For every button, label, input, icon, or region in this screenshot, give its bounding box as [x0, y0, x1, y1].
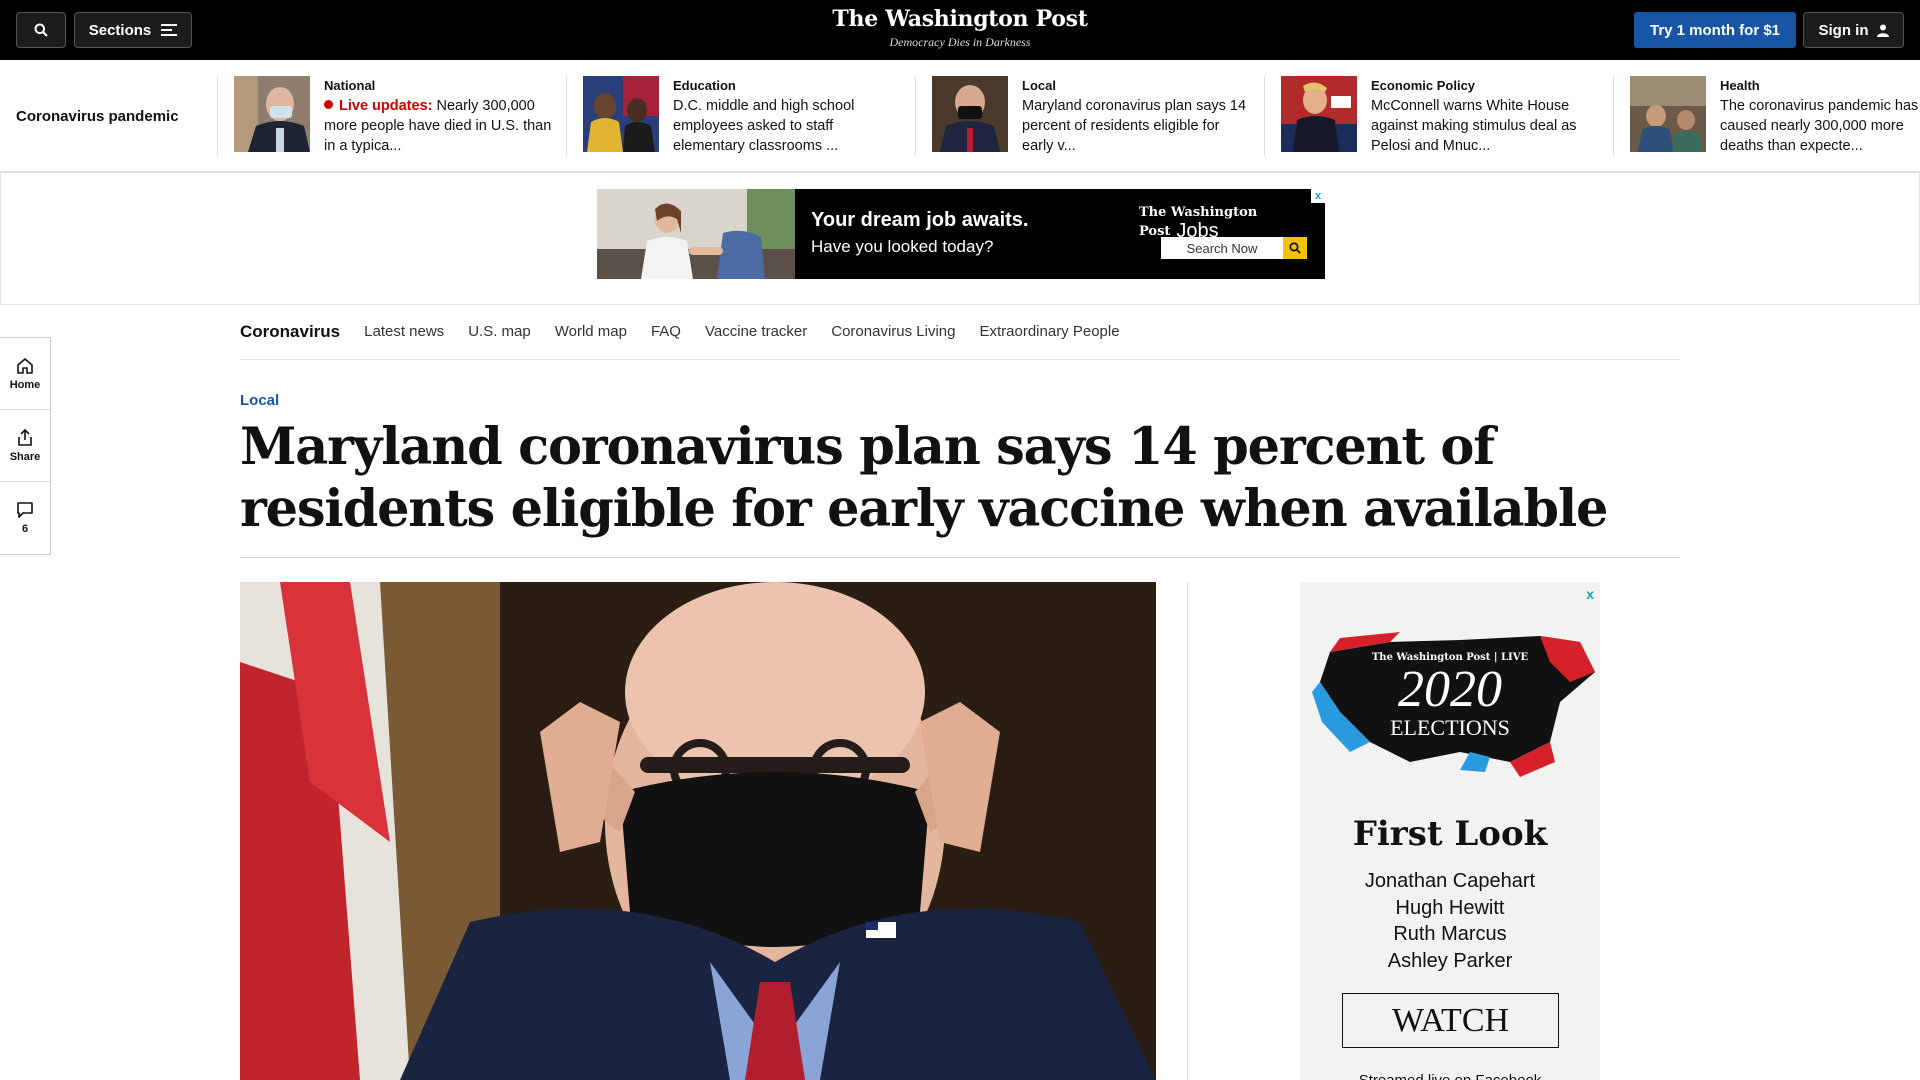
story-headline[interactable]: Live updates: Nearly 300,000 more people … [324, 96, 554, 156]
ad-year: 2020 [1398, 661, 1502, 718]
elections-side-ad[interactable]: x The Washington Post | LIVE 2020 ELECTI… [1300, 582, 1600, 1080]
story-kicker: Health [1720, 78, 1760, 93]
ad-speaker-name: Ruth Marcus [1393, 923, 1507, 945]
tagline: Democracy Dies in Darkness [889, 35, 1031, 49]
home-label: Home [9, 378, 41, 391]
story-headline[interactable]: McConnell warns White House against maki… [1371, 96, 1601, 156]
jobs-search-go-button[interactable] [1283, 237, 1307, 259]
search-icon [34, 23, 48, 37]
comments-button[interactable]: 6 [0, 482, 50, 554]
masthead[interactable]: The Washington Post Democracy Dies in Da… [760, 6, 1160, 50]
ad-speaker-list: Jonathan Capehart Hugh Hewitt Ruth Marcu… [1300, 868, 1600, 974]
share-label: Share [9, 450, 41, 463]
ad-banner-area: Your dream job awaits. Have you looked t… [0, 172, 1920, 305]
strip-story[interactable]: Education D.C. middle and high school em… [566, 76, 915, 156]
jobs-ad-subline: Have you looked today? [811, 237, 994, 256]
story-headline[interactable]: The coronavirus pandemic has caused near… [1720, 96, 1920, 156]
story-thumbnail[interactable] [583, 76, 659, 152]
subnav-item-extraordinary-people[interactable]: Extraordinary People [979, 318, 1119, 340]
story-thumbnail[interactable] [1281, 76, 1357, 152]
watch-button[interactable]: WATCH [1342, 993, 1559, 1048]
share-icon [18, 428, 32, 446]
column-divider [1187, 582, 1188, 1080]
ad-speaker-name: Jonathan Capehart [1364, 870, 1536, 892]
ad-live-brand: The Washington Post | LIVE 2020 ELECTION… [1300, 652, 1600, 739]
subnav-item-latest-news[interactable]: Latest news [364, 318, 444, 340]
hamburger-icon [161, 24, 178, 36]
subnav-item-faq[interactable]: FAQ [651, 318, 681, 340]
headline-divider [240, 557, 1680, 558]
home-icon [17, 357, 33, 374]
ad-speaker-name: Ashley Parker [1387, 949, 1513, 972]
ad-speaker-name: Hugh Hewitt [1395, 896, 1505, 919]
story-kicker: Local [1022, 78, 1056, 93]
story-headline[interactable]: D.C. middle and high school employees as… [673, 96, 903, 156]
user-icon [1876, 24, 1889, 37]
ad-close-icon[interactable]: x [1311, 189, 1325, 203]
story-thumbnail[interactable] [234, 76, 310, 152]
related-stories-strip: Coronavirus pandemic National Live updat… [0, 60, 1920, 172]
search-icon [1289, 242, 1301, 254]
sections-label: Sections [88, 21, 152, 39]
subnav-item-coronavirus-living[interactable]: Coronavirus Living [831, 318, 955, 340]
comments-count: 6 [21, 523, 29, 535]
article-headline: Maryland coronavirus plan says 14 percen… [240, 417, 1609, 539]
story-kicker: Education [673, 78, 736, 93]
story-headline[interactable]: Maryland coronavirus plan says 14 percen… [1022, 96, 1252, 156]
story-thumbnail[interactable] [932, 76, 1008, 152]
jobs-ad-banner[interactable]: Your dream job awaits. Have you looked t… [597, 189, 1325, 279]
ad-elections-label: ELECTIONS [1390, 715, 1510, 740]
strip-story[interactable]: Local Maryland coronavirus plan says 14 … [915, 76, 1264, 156]
ad-title: First Look [1352, 814, 1548, 854]
comment-icon [17, 502, 33, 518]
live-updates-label: Live updates: [339, 98, 433, 114]
article-tools-rail: Home Share 6 [0, 337, 51, 555]
strip-story[interactable]: Health The coronavirus pandemic has caus… [1613, 76, 1920, 156]
top-navigation-bar: Sections The Washington Post Democracy D… [0, 0, 1920, 60]
story-kicker: National [324, 78, 376, 93]
search-button[interactable] [16, 12, 66, 48]
subnav-item-us-map[interactable]: U.S. map [468, 318, 531, 340]
jobs-ad-headline: Your dream job awaits. [811, 209, 1029, 231]
ad-close-icon[interactable]: x [1586, 586, 1594, 602]
ad-footer-text: Streamed live on Facebook [1300, 1072, 1600, 1080]
jobs-ad-photo [597, 189, 795, 279]
live-dot-icon [324, 100, 333, 109]
subnav-item-vaccine-tracker[interactable]: Vaccine tracker [705, 318, 807, 340]
subscribe-button[interactable]: Try 1 month for $1 [1634, 12, 1796, 48]
subnav-brand[interactable]: Coronavirus [240, 318, 340, 342]
home-button[interactable]: Home [0, 338, 50, 410]
strip-story[interactable]: Economic Policy McConnell warns White Ho… [1264, 76, 1613, 156]
story-thumbnail[interactable] [1630, 76, 1706, 152]
share-button[interactable]: Share [0, 410, 50, 482]
story-kicker: Economic Policy [1371, 78, 1476, 93]
article-section-label[interactable]: Local [240, 392, 279, 409]
jobs-search-now-button[interactable]: Search Now [1161, 237, 1283, 259]
subnav-item-world-map[interactable]: World map [555, 318, 627, 340]
sign-in-button[interactable]: Sign in [1803, 12, 1904, 48]
washington-post-logo[interactable]: The Washington Post [760, 6, 1160, 32]
sections-button[interactable]: Sections [74, 12, 192, 48]
lead-image[interactable] [240, 582, 1156, 1080]
sign-in-label: Sign in [1818, 21, 1869, 39]
strip-title[interactable]: Coronavirus pandemic [16, 108, 179, 125]
coronavirus-subnav: Coronavirus Latest news U.S. map World m… [240, 318, 1680, 360]
strip-story[interactable]: National Live updates: Nearly 300,000 mor… [217, 76, 566, 156]
